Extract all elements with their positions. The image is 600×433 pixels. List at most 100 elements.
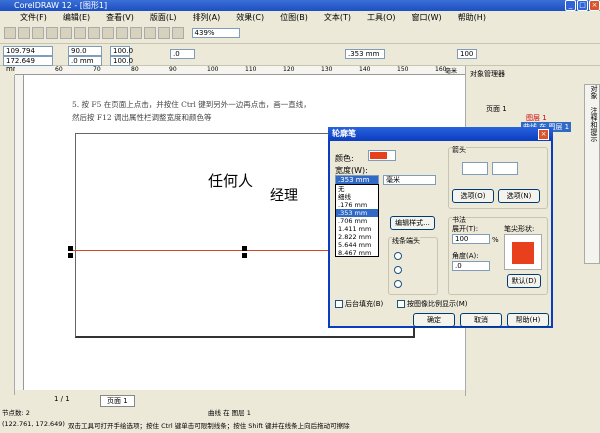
arrows-label: 箭头 [452, 145, 466, 155]
undo-icon[interactable] [102, 27, 114, 39]
menu-text[interactable]: 文本(T) [324, 11, 351, 24]
outline-width-select[interactable]: .353 mm [345, 49, 385, 59]
ruler-tick-label: 100 [207, 66, 219, 73]
copy-icon[interactable] [74, 27, 86, 39]
menu-effects[interactable]: 效果(C) [236, 11, 264, 24]
cap-butt-radio[interactable] [394, 252, 402, 260]
width-option[interactable]: 5.644 mm [336, 241, 378, 249]
tree-page[interactable]: 页面 1 [486, 104, 507, 114]
selection-handle[interactable] [242, 253, 247, 258]
dialog-title: 轮廓笔 [328, 127, 553, 141]
ruler-tick-label: 150 [397, 66, 409, 73]
scale-y-field[interactable]: 100.0 [110, 56, 133, 66]
menu-window[interactable]: 窗口(W) [412, 11, 442, 24]
maximize-button[interactable]: □ [577, 0, 588, 11]
ruler-unit: 毫米 [445, 68, 458, 75]
menu-edit[interactable]: 编辑(E) [63, 11, 90, 24]
save-icon[interactable] [32, 27, 44, 39]
toolbox [0, 75, 15, 395]
menu-file[interactable]: 文件(F) [20, 11, 47, 24]
width-option[interactable]: 1.411 mm [336, 225, 378, 233]
x-position-field[interactable]: 109.794 mm [3, 46, 53, 63]
vertical-ruler [15, 75, 24, 390]
stretch-label: 展开(T): [452, 225, 479, 233]
color-picker[interactable] [368, 150, 396, 161]
paste-icon[interactable] [88, 27, 100, 39]
width-option[interactable]: 8.467 mm [336, 249, 378, 257]
unit-select[interactable]: 毫米 [383, 175, 436, 185]
rotation-field[interactable]: .0 [170, 49, 195, 59]
selection-handle[interactable] [68, 253, 73, 258]
cancel-button[interactable]: 取消 [460, 313, 502, 327]
zoom-select[interactable]: 439% [191, 28, 240, 38]
smoothing-field[interactable]: 100 [457, 49, 477, 59]
ok-button[interactable]: 确定 [413, 313, 455, 327]
line-caps-group: 线条端头 [388, 236, 438, 295]
help-button[interactable]: 帮助(H) [507, 313, 549, 327]
ruler-tick-label: 110 [245, 66, 257, 73]
dialog-close-button[interactable]: × [538, 129, 549, 140]
ruler-tick-label: 120 [283, 66, 295, 73]
ruler-tick-label: 60 [55, 66, 63, 73]
cut-icon[interactable] [60, 27, 72, 39]
instruction-line-2: 然后按 F12 调出属性栏调整宽度和颜色等 [72, 113, 212, 122]
menu-tools[interactable]: 工具(O) [367, 11, 396, 24]
tab-objects[interactable]: 对象 [590, 85, 598, 99]
y-position-field[interactable]: 172.649 mm [3, 56, 53, 73]
open-icon[interactable] [18, 27, 30, 39]
outline-pen-dialog: 轮廓笔 × 颜色: 宽度(W): .353 mm 毫米 无细线 .176 mm .3… [328, 127, 553, 328]
export-icon[interactable] [144, 27, 156, 39]
text-object-2[interactable]: 经理 [270, 185, 298, 205]
start-arrow-select[interactable] [462, 162, 488, 175]
menu-view[interactable]: 查看(V) [106, 11, 134, 24]
width-option[interactable]: 无 [336, 185, 378, 193]
width-dropdown-list[interactable]: 无细线 .176 mm .353 mm .706 mm 1.411 mm 2.822 mm… [335, 184, 379, 257]
redo-icon[interactable] [116, 27, 128, 39]
stretch-field[interactable]: 100 [452, 234, 490, 244]
cap-square-radio[interactable] [394, 280, 402, 288]
close-button[interactable]: × [589, 0, 600, 11]
behind-fill-checkbox[interactable]: 后台填充(B) [335, 299, 383, 309]
print-icon[interactable] [46, 27, 58, 39]
scale-x-field[interactable]: 100.0 [110, 46, 133, 56]
width-option[interactable]: .706 mm [336, 217, 378, 225]
tool-hint: 双击工具可打开手绘选项；按住 Ctrl 键单击可限制线条；按住 Shift 键并… [68, 422, 350, 430]
minimize-button[interactable]: _ [565, 0, 576, 11]
menu-help[interactable]: 帮助(H) [458, 11, 486, 24]
width-field[interactable]: 90.0 mm [68, 46, 102, 63]
end-arrow-select[interactable] [492, 162, 518, 175]
width-option[interactable]: .353 mm [336, 209, 378, 217]
arrow-options-2[interactable]: 选项(N) [498, 189, 540, 203]
menu-arrange[interactable]: 排列(A) [193, 11, 221, 24]
scale-with-image-checkbox[interactable]: 按图像比例显示(M) [397, 299, 468, 309]
width-option[interactable]: .176 mm [336, 201, 378, 209]
calligraphy-group: 书法 展开(T): 100 % 角度(A): .0 笔尖形状: 默认(D) [448, 215, 548, 295]
ruler-tick-label: 140 [359, 66, 371, 73]
edit-style-button[interactable]: 编辑样式... [390, 216, 435, 230]
selection-handle[interactable] [242, 246, 247, 251]
default-button[interactable]: 默认(D) [507, 274, 541, 288]
height-field[interactable]: .0 mm [68, 56, 102, 66]
angle-field[interactable]: .0 [452, 261, 490, 271]
welcome-icon[interactable] [172, 27, 184, 39]
docker-side-tabs: 对象 注释和提示 [584, 84, 600, 264]
arrow-options-1[interactable]: 选项(O) [452, 189, 494, 203]
cap-round-radio[interactable] [394, 266, 402, 274]
nib-shape-preview[interactable] [504, 234, 542, 270]
node-count: 节点数: 2 [2, 409, 30, 417]
text-object-1[interactable]: 任何人 [208, 170, 253, 191]
nib-shape-label: 笔尖形状: [504, 225, 535, 233]
line-caps-label: 线条端头 [392, 236, 420, 246]
selected-object-info: 曲线 在 图层 1 [208, 409, 251, 417]
menu-bitmaps[interactable]: 位图(B) [280, 11, 308, 24]
selection-handle[interactable] [68, 246, 73, 251]
selected-line[interactable] [72, 250, 332, 251]
launcher-icon[interactable] [158, 27, 170, 39]
tab-hints[interactable]: 注释和提示 [590, 107, 598, 142]
new-icon[interactable] [4, 27, 16, 39]
status-bar: 节点数: 2 曲线 在 图层 1 (122.761, 172.649) 双击工具… [0, 405, 600, 433]
import-icon[interactable] [130, 27, 142, 39]
menu-layout[interactable]: 版面(L) [150, 11, 177, 24]
width-option[interactable]: 2.822 mm [336, 233, 378, 241]
width-option[interactable]: 细线 [336, 193, 378, 201]
